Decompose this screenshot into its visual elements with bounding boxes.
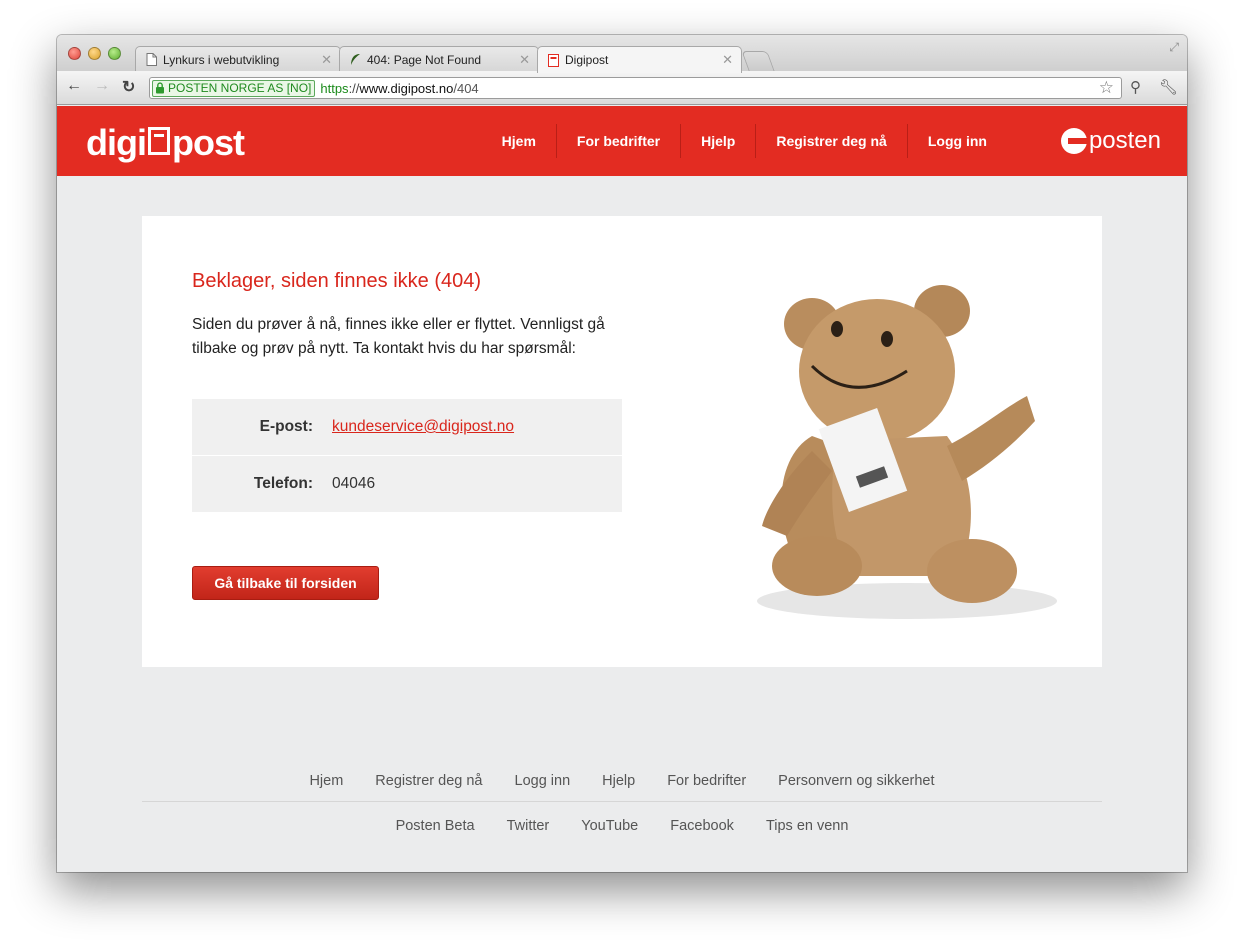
main-nav: Hjem For bedrifter Hjelp Registrer deg n… [482,106,1187,176]
new-tab-button[interactable] [741,51,775,71]
footer-link-youtube[interactable]: YouTube [581,818,638,834]
close-tab-icon[interactable]: ✕ [519,52,530,68]
tab-digipost[interactable]: Digipost ✕ [537,46,742,73]
nav-hjelp[interactable]: Hjelp [681,124,757,158]
title-bar: Lynkurs i webutvikling ✕ 404: Page Not F… [57,35,1187,73]
posten-mark-icon [1060,128,1089,154]
footer-link-hjelp[interactable]: Hjelp [602,773,635,789]
footer-link-tips-en-venn[interactable]: Tips en venn [766,818,848,834]
error-title: Beklager, siden finnes ikke (404) [192,270,482,292]
document-icon [146,53,157,66]
page-content: digi post Hjem For bedrifter Hjelp Regis… [57,106,1187,872]
nav-for-bedrifter[interactable]: For bedrifter [557,124,682,158]
posten-logo-text: posten [1088,127,1161,154]
site-header: digi post Hjem For bedrifter Hjelp Regis… [57,106,1187,176]
lock-icon [156,82,164,94]
phone-value: 04046 [332,475,376,492]
fullscreen-icon[interactable]: ⤢ [1169,40,1179,55]
url-separator: :// [348,80,360,96]
footer-link-twitter[interactable]: Twitter [507,818,550,834]
maximize-window-button[interactable] [108,47,121,60]
page-menu-icon[interactable]: ⚲ [1130,78,1141,96]
footer-link-for-bedrifter[interactable]: For bedrifter [667,773,746,789]
contact-table: E-post: kundeservice@digipost.no Telefon… [192,399,622,512]
close-tab-icon[interactable]: ✕ [321,52,332,68]
address-bar[interactable]: POSTEN NORGE AS [NO] https://www.digipos… [149,77,1122,99]
wrench-icon[interactable]: 🔧︎ [1159,78,1178,96]
ev-certificate-badge[interactable]: POSTEN NORGE AS [NO] [152,79,316,97]
url-path: /404 [453,80,479,96]
footer-link-personvern[interactable]: Personvern og sikkerhet [778,773,934,789]
forward-arrow-icon[interactable]: → [94,77,110,95]
tab-title: 404: Page Not Found [367,52,482,67]
contact-row-phone: Telefon: 04046 [192,455,622,512]
posten-logo[interactable]: posten [1060,127,1161,155]
email-label: E-post: [259,418,313,435]
back-to-home-button[interactable]: Gå tilbake til forsiden [192,566,379,600]
tab-404[interactable]: 404: Page Not Found ✕ [339,46,539,72]
footer-links-primary: Hjem Registrer deg nå Logg inn Hjelp For… [142,760,1102,802]
minimize-window-button[interactable] [88,47,101,60]
footer-link-posten-beta[interactable]: Posten Beta [396,818,475,834]
footer-links-secondary: Posten Beta Twitter YouTube Facebook Tip… [142,806,1102,846]
digipost-favicon [548,53,559,67]
footer-link-facebook[interactable]: Facebook [670,818,734,834]
nav-registrer[interactable]: Registrer deg nå [756,124,908,158]
tab-title: Digipost [565,53,609,67]
bookmark-star-icon[interactable]: ☆ [1099,78,1114,98]
footer-link-hjem[interactable]: Hjem [309,773,343,789]
browser-window: Lynkurs i webutvikling ✕ 404: Page Not F… [57,35,1187,872]
reload-icon[interactable]: ↻ [122,77,135,97]
footer-link-logg-inn[interactable]: Logg inn [515,773,571,789]
mailbox-icon [147,127,170,155]
nav-hjem[interactable]: Hjem [482,124,557,158]
brand-text-right: post [171,122,245,163]
back-arrow-icon[interactable]: ← [66,77,82,95]
url-scheme: https [320,80,349,96]
tab-title: Lynkurs i webutvikling [163,52,280,67]
close-tab-icon[interactable]: ✕ [722,52,733,68]
leaf-icon [351,54,360,65]
paper-teddy-bear-image [757,285,1057,619]
footer-link-registrer[interactable]: Registrer deg nå [375,773,482,789]
tab-lynkurs[interactable]: Lynkurs i webutvikling ✕ [135,46,341,72]
close-window-button[interactable] [68,47,81,60]
ev-certificate-text: POSTEN NORGE AS [NO] [168,81,312,95]
nav-logg-inn[interactable]: Logg inn [908,124,1007,158]
error-description: Siden du prøver å nå, finnes ikke eller … [192,316,605,357]
error-card: Beklager, siden finnes ikke (404) Siden … [142,216,1102,667]
browser-toolbar: ← → ↻ POSTEN NORGE AS [NO] https://www.d… [57,71,1187,105]
brand-text-left: digi [86,122,147,163]
contact-row-email: E-post: kundeservice@digipost.no [192,399,622,455]
url-host: www.digipost.no [359,80,454,96]
digipost-logo[interactable]: digi post [86,122,245,164]
email-link[interactable]: kundeservice@digipost.no [332,418,514,436]
phone-label: Telefon: [253,475,313,492]
